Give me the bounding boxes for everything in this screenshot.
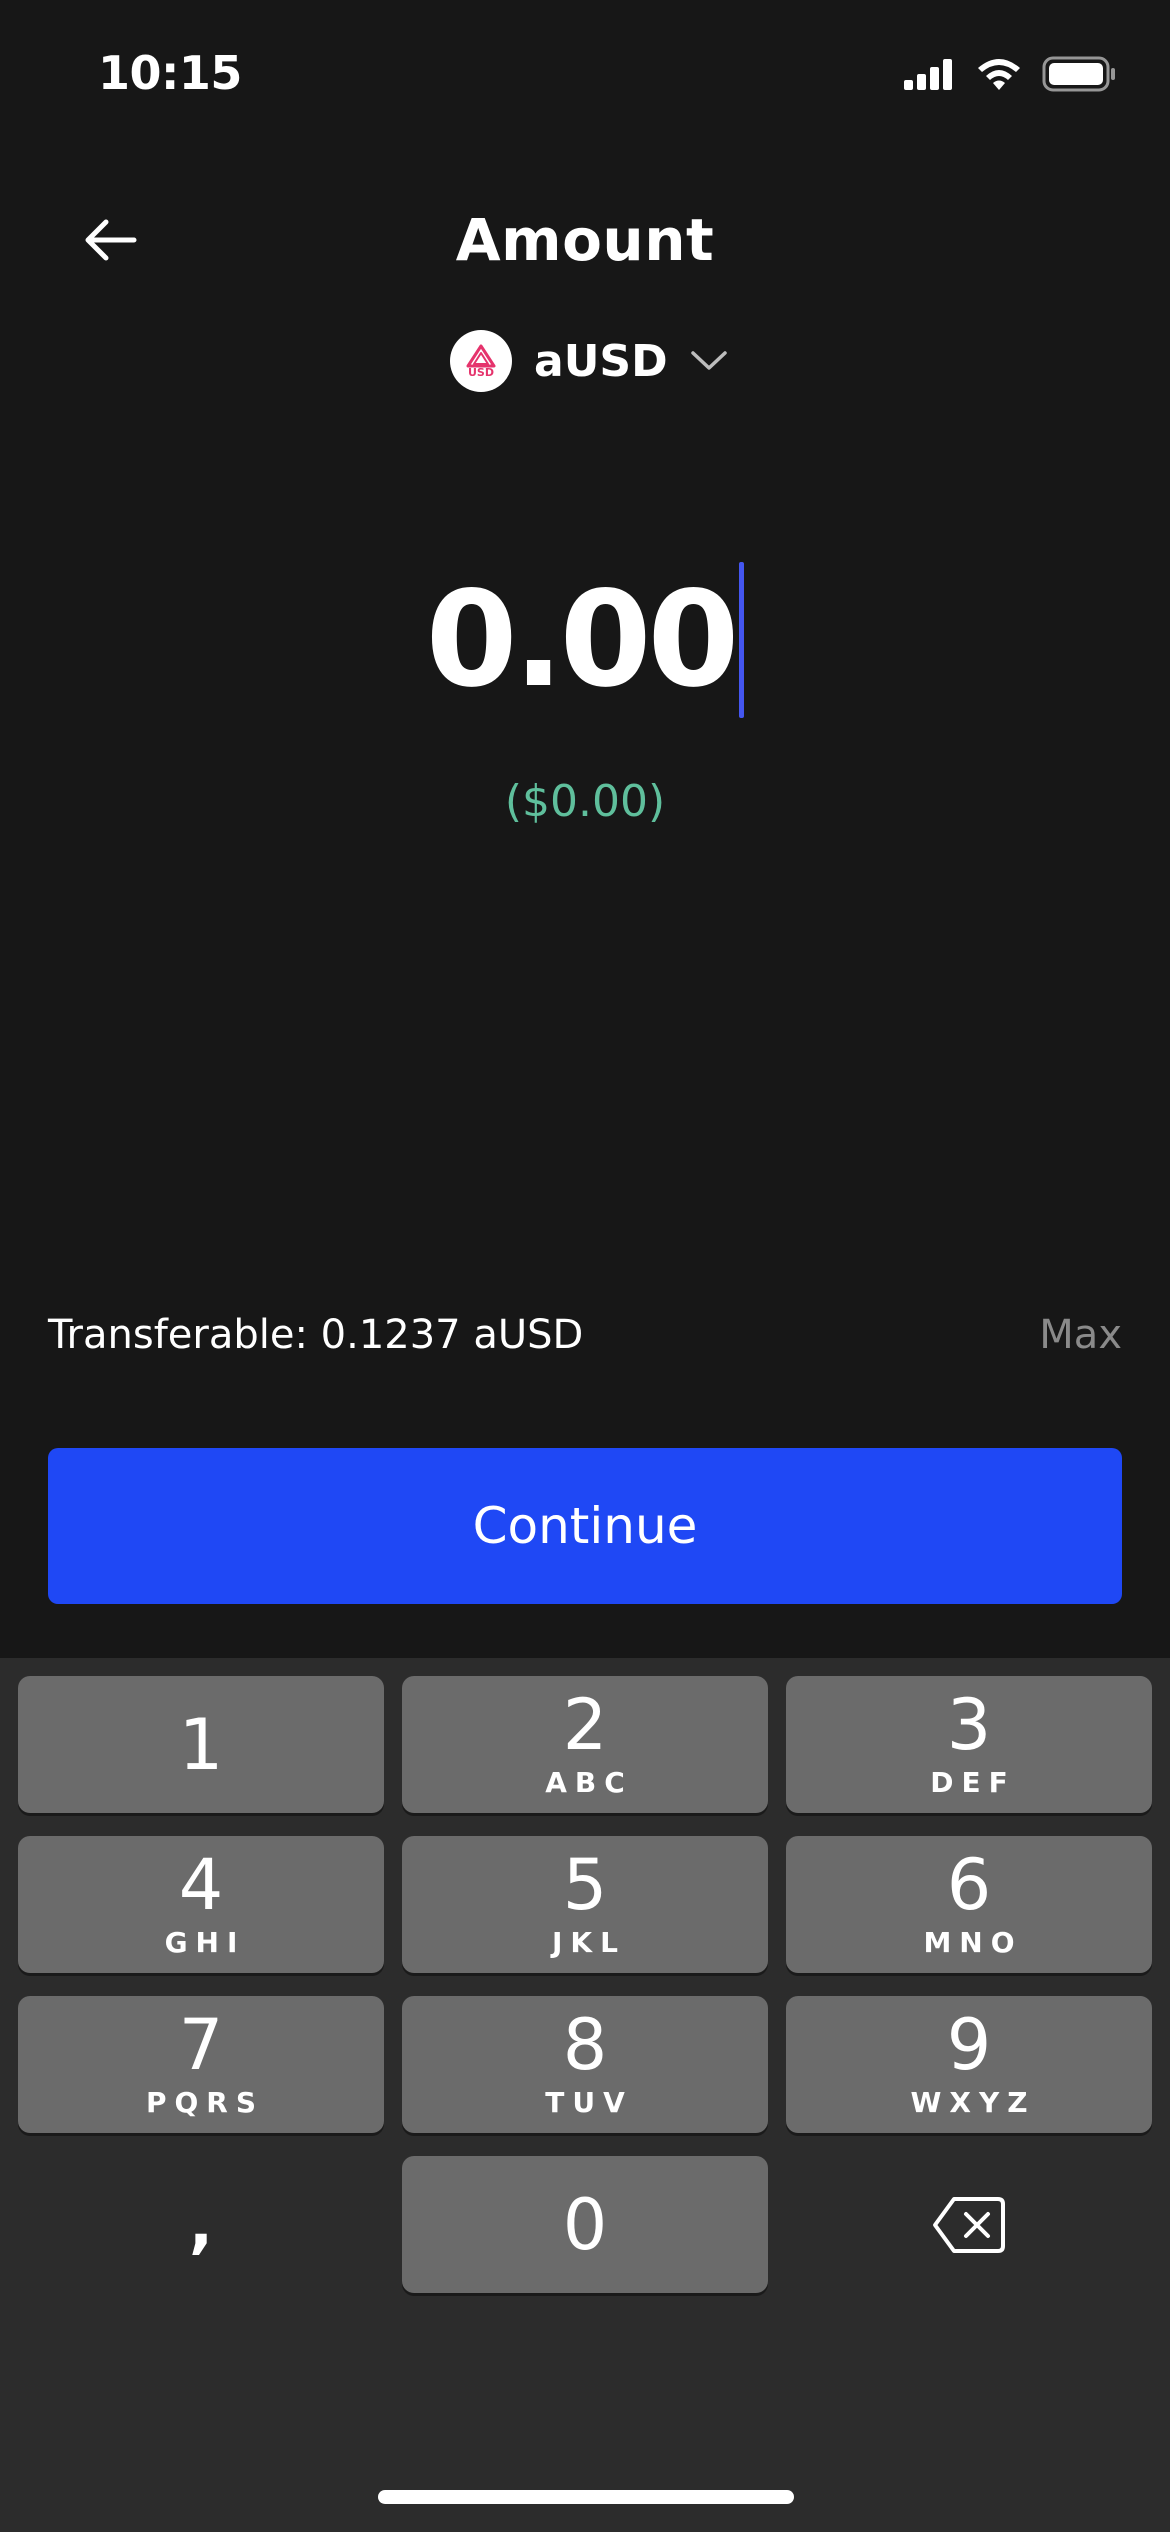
amount-input[interactable]: 0.00 <box>0 555 1170 725</box>
cellular-signal-icon <box>904 59 952 90</box>
key-digit: 8 <box>562 2004 608 2086</box>
transferable-balance: Transferable: 0.1237 aUSD <box>48 1312 584 1358</box>
battery-icon <box>1042 56 1115 92</box>
token-logo-text: USD <box>468 365 494 379</box>
key-2[interactable]: 2 ABC <box>402 1676 768 1813</box>
backspace-icon <box>933 2196 1005 2253</box>
text-caret <box>739 562 745 718</box>
transferable-row: Transferable: 0.1237 aUSD Max <box>48 1312 1122 1372</box>
key-6[interactable]: 6 MNO <box>786 1836 1152 1973</box>
key-7[interactable]: 7 PQRS <box>18 1996 384 2133</box>
token-symbol: aUSD <box>534 335 668 387</box>
key-8[interactable]: 8 TUV <box>402 1996 768 2133</box>
key-digit: 0 <box>562 2183 608 2266</box>
key-digit: 4 <box>178 1844 224 1926</box>
fiat-value: ($0.00) <box>504 776 666 827</box>
status-time: 10:15 <box>98 46 242 100</box>
nav-header: Amount <box>0 190 1170 290</box>
token-selector[interactable]: USD aUSD <box>450 328 728 394</box>
key-letters: WXYZ <box>910 2086 1036 2119</box>
key-0[interactable]: 0 <box>402 2156 768 2293</box>
key-digit: 2 <box>562 1684 608 1766</box>
key-letters: JKL <box>552 1926 626 1959</box>
key-digit: 5 <box>562 1844 608 1926</box>
key-digit: 7 <box>178 2004 224 2086</box>
wifi-icon <box>978 59 1020 90</box>
continue-button[interactable]: Continue <box>48 1448 1122 1604</box>
chevron-down-icon <box>690 351 727 370</box>
key-digit: 1 <box>178 1703 224 1786</box>
key-digit: 9 <box>946 2004 992 2086</box>
key-letters: GHI <box>164 1926 246 1959</box>
key-letters: TUV <box>545 2086 633 2119</box>
comma-label: , <box>188 2187 214 2262</box>
page-title: Amount <box>455 206 715 274</box>
acala-logo-icon <box>466 344 496 367</box>
status-icons <box>904 52 1116 96</box>
key-9[interactable]: 9 WXYZ <box>786 1996 1152 2133</box>
key-digit: 3 <box>946 1684 992 1766</box>
delete-key[interactable] <box>786 2156 1152 2293</box>
key-letters: ABC <box>545 1766 633 1799</box>
ausd-token-logo: USD <box>450 330 512 392</box>
key-letters: DEF <box>930 1766 1016 1799</box>
key-digit: 6 <box>946 1844 992 1926</box>
key-5[interactable]: 5 JKL <box>402 1836 768 1973</box>
key-letters: MNO <box>923 1926 1023 1959</box>
max-button[interactable]: Max <box>1039 1312 1122 1358</box>
key-3[interactable]: 3 DEF <box>786 1676 1152 1813</box>
key-letters: PQRS <box>145 2086 265 2119</box>
amount-value: 0.00 <box>425 563 740 717</box>
numeric-keyboard: 1 2 ABC 3 DEF 4 GHI 5 JKL 6 MNO 7 PQRS 8… <box>0 1658 1170 2532</box>
status-bar: 10:15 <box>0 0 1170 150</box>
home-indicator <box>378 2490 794 2504</box>
key-4[interactable]: 4 GHI <box>18 1836 384 1973</box>
key-comma[interactable]: , <box>18 2156 384 2293</box>
key-1[interactable]: 1 <box>18 1676 384 1813</box>
